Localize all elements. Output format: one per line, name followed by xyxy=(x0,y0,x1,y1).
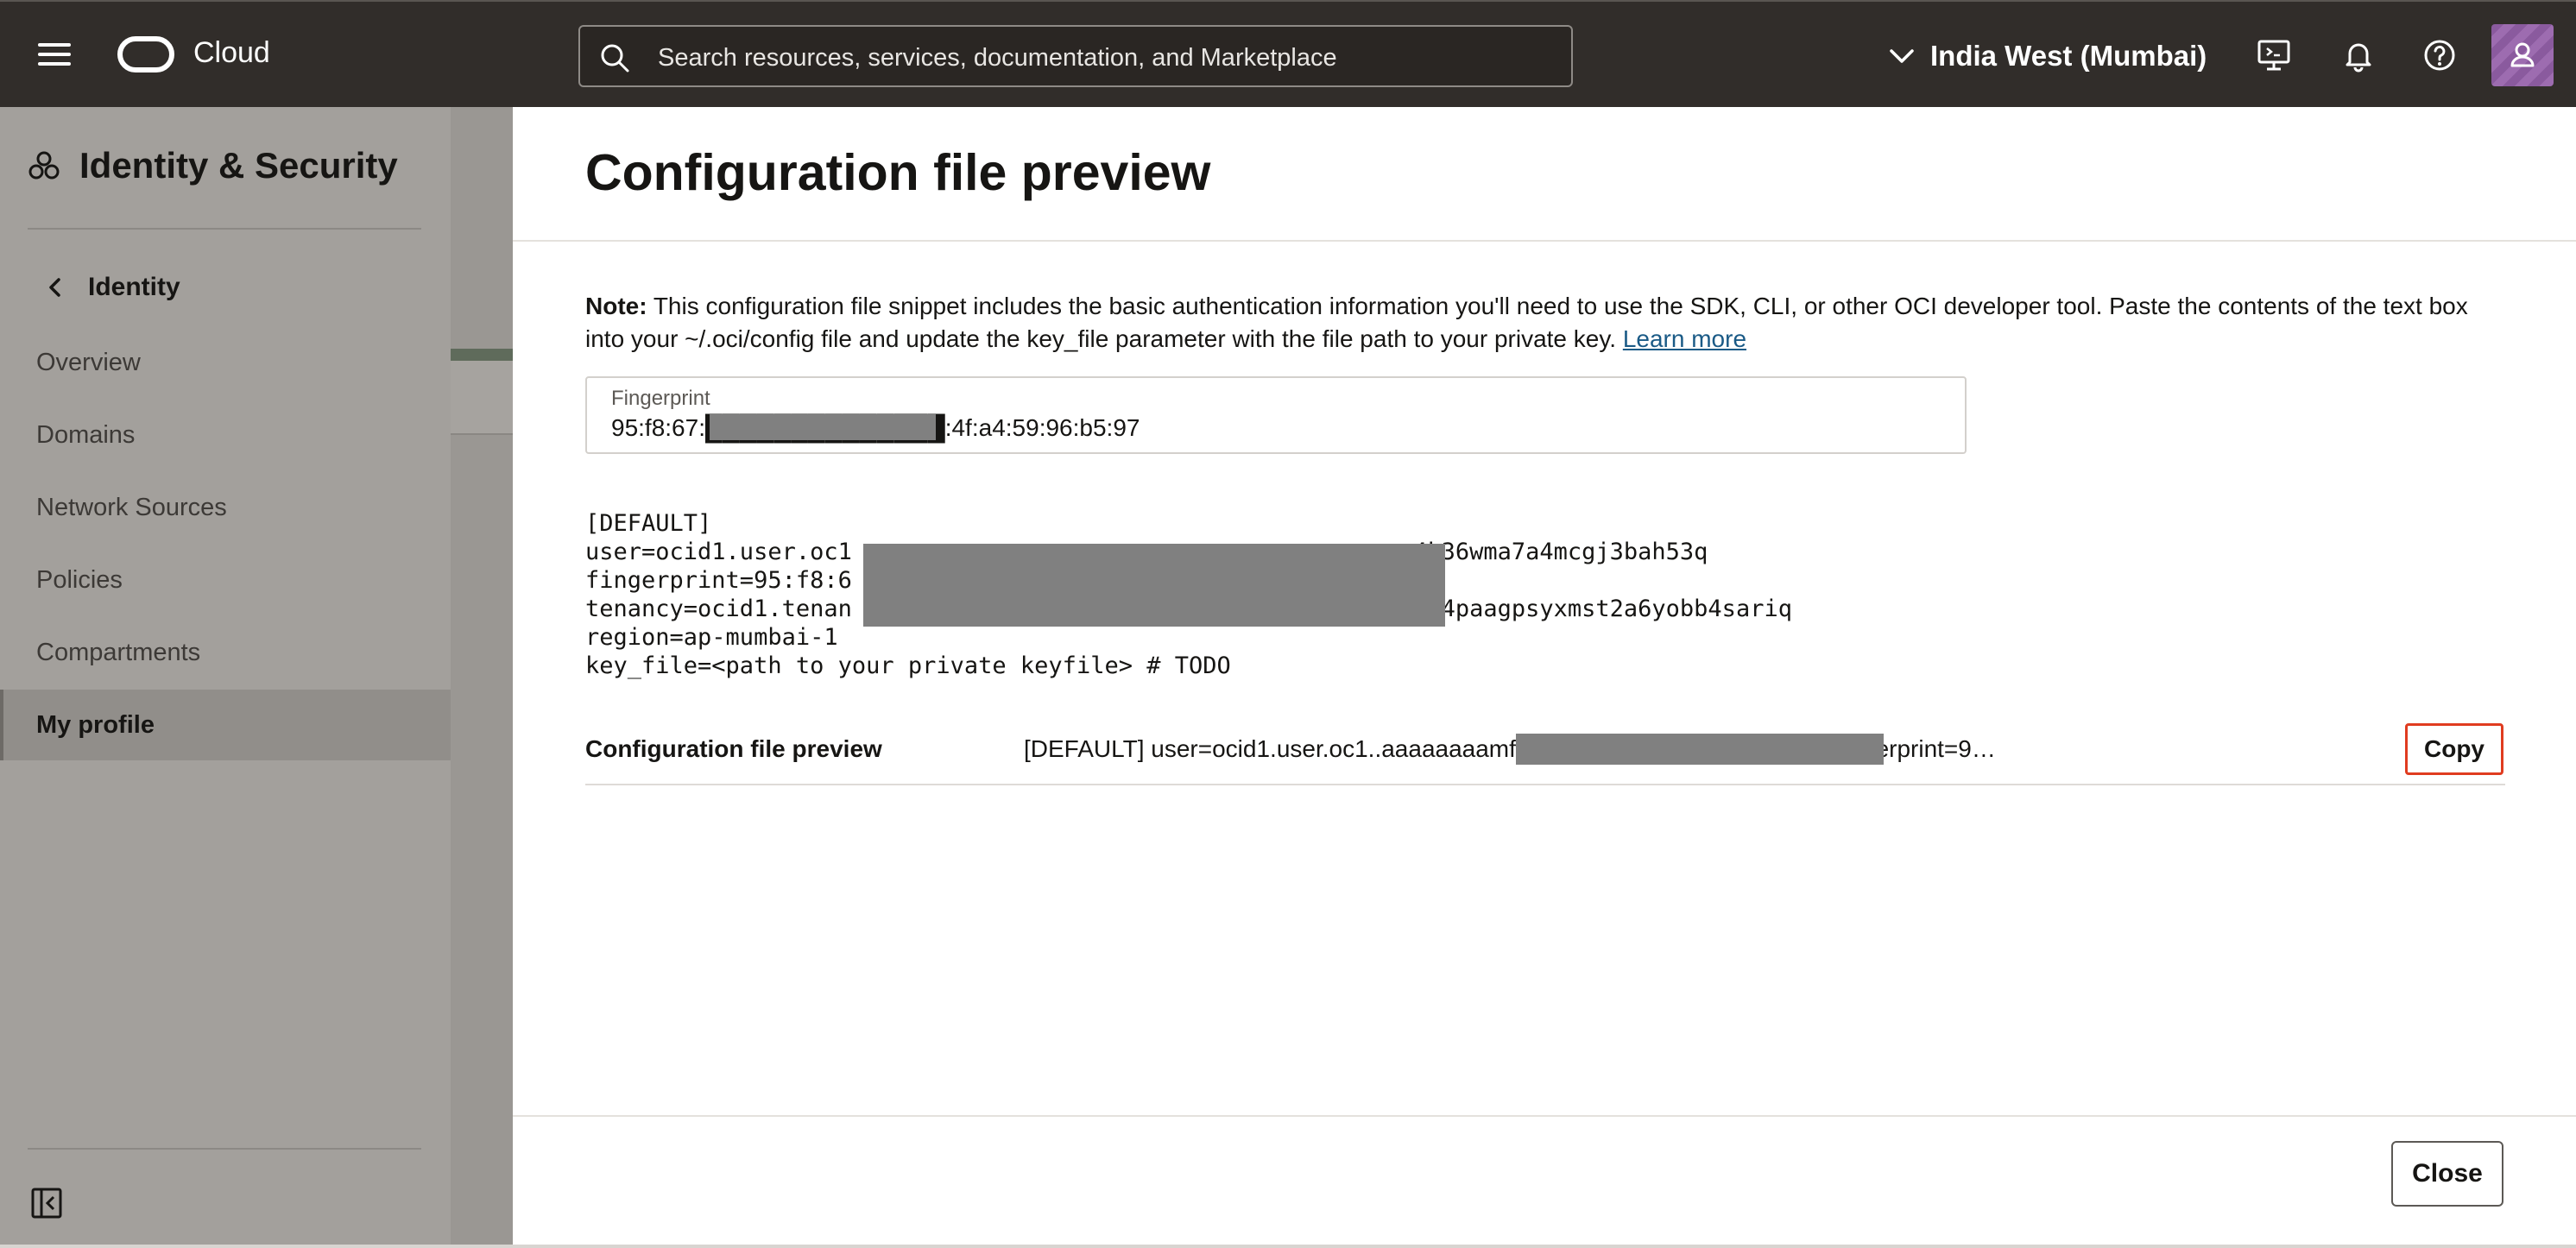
fingerprint-field: Fingerprint 95:f8:67:██████████████:4f:a… xyxy=(585,376,1967,454)
sidebar-item-policies[interactable]: Policies xyxy=(0,545,451,615)
sidebar-item-my-profile[interactable]: My profile xyxy=(0,690,451,760)
preview-redaction xyxy=(1516,734,1884,765)
back-link-label: Identity xyxy=(88,273,180,301)
bell-icon[interactable] xyxy=(2338,35,2379,76)
config-line: region=ap-mumbai-1 xyxy=(585,624,838,651)
region-label: India West (Mumbai) xyxy=(1930,40,2207,72)
sidebar-item-overview[interactable]: Overview xyxy=(0,327,451,398)
back-to-identity-link[interactable]: Identity xyxy=(48,273,180,302)
top-header: Cloud Search resources, services, docume… xyxy=(0,0,2576,107)
sidebar-item-network-sources[interactable]: Network Sources xyxy=(0,472,451,543)
config-preview-drawer: Configuration file preview Note: This co… xyxy=(513,107,2576,1245)
dimmed-page-overlay[interactable] xyxy=(451,107,513,1248)
sidebar-bottom-divider xyxy=(28,1148,421,1150)
brand-name[interactable]: Cloud xyxy=(193,36,270,70)
preview-row-label: Configuration file preview xyxy=(585,735,882,762)
help-icon[interactable] xyxy=(2419,35,2460,76)
copy-button[interactable]: Copy xyxy=(2405,723,2503,775)
window-bottom-border xyxy=(0,1245,2576,1248)
close-button[interactable]: Close xyxy=(2391,1141,2503,1207)
panel-title: Configuration file preview xyxy=(585,144,1211,201)
fingerprint-redaction xyxy=(710,414,936,440)
config-line: key_file=<path to your private keyfile> … xyxy=(585,652,1231,679)
sidebar-item-domains[interactable]: Domains xyxy=(0,400,451,470)
cloud-shell-icon[interactable] xyxy=(2253,35,2295,76)
chevron-down-icon xyxy=(1890,49,1914,63)
background-card xyxy=(451,361,513,435)
chevron-left-icon xyxy=(49,278,60,297)
footer-divider xyxy=(513,1115,2576,1117)
identity-security-icon xyxy=(28,151,60,180)
note-paragraph: Note: This configuration file snippet in… xyxy=(585,290,2510,356)
sidebar: Identity & Security Identity Overview Do… xyxy=(0,107,451,1248)
oracle-logo[interactable] xyxy=(117,36,174,72)
sidebar-item-compartments[interactable]: Compartments xyxy=(0,617,451,688)
config-line: [DEFAULT] xyxy=(585,510,712,537)
title-divider xyxy=(513,240,2576,242)
search-icon xyxy=(601,44,629,72)
search-input[interactable]: Search resources, services, documentatio… xyxy=(578,25,1573,87)
fingerprint-label: Fingerprint xyxy=(611,387,710,410)
note-bold: Note: xyxy=(585,293,647,319)
region-selector[interactable]: India West (Mumbai) xyxy=(1889,35,2207,78)
preview-row: Configuration file preview [DEFAULT] use… xyxy=(585,715,2505,785)
learn-more-link[interactable]: Learn more xyxy=(1623,325,1746,352)
menu-icon[interactable] xyxy=(38,41,71,67)
search-placeholder: Search resources, services, documentatio… xyxy=(658,44,1337,72)
user-avatar[interactable] xyxy=(2491,24,2554,86)
user-icon xyxy=(2510,42,2535,67)
note-text: This configuration file snippet includes… xyxy=(585,293,2468,352)
background-banner xyxy=(451,349,513,361)
sidebar-title: Identity & Security xyxy=(28,145,398,186)
sidebar-divider xyxy=(28,228,421,230)
config-redaction xyxy=(863,544,1445,627)
collapse-sidebar-icon[interactable] xyxy=(29,1186,64,1220)
sidebar-title-text: Identity & Security xyxy=(79,145,398,186)
